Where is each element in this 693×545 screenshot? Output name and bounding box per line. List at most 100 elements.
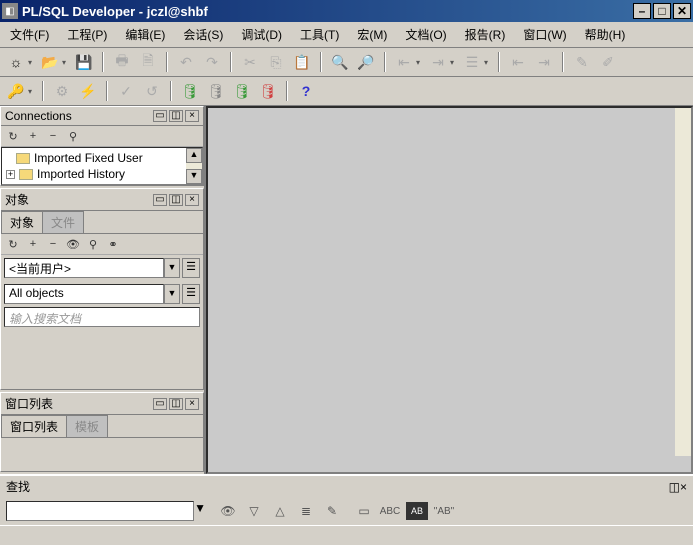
find-next-icon[interactable]: 🔎 [354, 51, 378, 73]
undo-icon[interactable]: ↶ [174, 51, 198, 73]
pane-close-icon[interactable]: × [185, 194, 199, 206]
pane-pin-icon[interactable]: ◫ [169, 110, 183, 122]
print-icon[interactable]: 🖶 [110, 51, 134, 73]
cut-icon[interactable]: ✂ [238, 51, 262, 73]
find-icon[interactable]: 👁 [218, 502, 238, 520]
new-icon[interactable]: ☼ [4, 51, 28, 73]
format-icon[interactable]: ✐ [596, 51, 620, 73]
dropdown-arrow-icon[interactable]: ▼ [164, 284, 180, 304]
tree-item[interactable]: + Imported History [4, 166, 200, 182]
pane-close-icon[interactable]: × [680, 480, 687, 494]
options-icon[interactable]: ▭ [354, 502, 374, 520]
user-dropdown[interactable]: <当前用户> ▼ ☰ [4, 258, 200, 278]
objects-header[interactable]: 对象 ▭ ◫ × [1, 189, 203, 211]
add-icon[interactable]: + [25, 236, 41, 252]
replace-icon[interactable]: ✎ [322, 502, 342, 520]
db-icon-2[interactable]: 🛢 [204, 80, 228, 102]
rollback-icon[interactable]: ↺ [140, 80, 164, 102]
search-header[interactable]: 查找 ◫ × [0, 474, 693, 497]
open-icon[interactable]: 📂 [38, 51, 62, 73]
db-icon-1[interactable]: 🛢 [178, 80, 202, 102]
minimize-button[interactable]: – [633, 3, 651, 19]
search-combo[interactable]: ▼ [6, 501, 206, 521]
save-icon[interactable]: 💾 [72, 51, 96, 73]
menu-tools[interactable]: 工具(T) [296, 25, 343, 44]
tab-files[interactable]: 文件 [42, 211, 84, 233]
user-list-icon[interactable]: ☰ [182, 258, 200, 278]
pane-close-icon[interactable]: × [185, 110, 199, 122]
menu-macro[interactable]: 宏(M) [353, 25, 391, 44]
menu-file[interactable]: 文件(F) [6, 25, 53, 44]
tab-template[interactable]: 模板 [66, 415, 108, 437]
connections-header[interactable]: Connections ▭ ◫ × [1, 107, 203, 126]
filter-list-icon[interactable]: ☰ [182, 284, 200, 304]
menu-window[interactable]: 窗口(W) [519, 25, 570, 44]
filter-dropdown[interactable]: All objects ▼ ☰ [4, 284, 200, 304]
tree-item[interactable]: Imported Fixed User [4, 150, 200, 166]
menu-help[interactable]: 帮助(H) [581, 25, 630, 44]
find-all-icon[interactable]: ≣ [296, 502, 316, 520]
maximize-button[interactable]: □ [653, 3, 671, 19]
scrollbar[interactable]: ▲ ▼ [186, 148, 202, 184]
bookmark-add-dropdown[interactable]: ▾ [416, 58, 424, 67]
commit-icon[interactable]: ✓ [114, 80, 138, 102]
object-search-input[interactable]: 输入搜索文档 [4, 307, 200, 327]
expand-icon[interactable]: + [6, 170, 15, 179]
menu-session[interactable]: 会话(S) [179, 25, 227, 44]
refresh-icon[interactable]: ↻ [5, 128, 21, 144]
dropdown-arrow-icon[interactable]: ▼ [194, 501, 206, 521]
find-next-icon[interactable]: ▽ [244, 502, 264, 520]
bookmark-list-dropdown[interactable]: ▾ [484, 58, 492, 67]
tab-window-list[interactable]: 窗口列表 [1, 415, 67, 437]
outdent-icon[interactable]: ⇤ [506, 51, 530, 73]
connect-icon[interactable]: ⚲ [65, 128, 81, 144]
execute-icon[interactable]: ⚙ [50, 80, 74, 102]
find-icon[interactable]: 🔍 [328, 51, 352, 73]
pane-dock-icon[interactable]: ▭ [153, 110, 167, 122]
db-icon-3[interactable]: 🛢 [230, 80, 254, 102]
db-icon-4[interactable]: 🛢 [256, 80, 280, 102]
search-input[interactable] [6, 501, 194, 521]
scroll-up-icon[interactable]: ▲ [186, 148, 202, 163]
menu-project[interactable]: 工程(P) [63, 25, 111, 44]
indent-icon[interactable]: ⇥ [532, 51, 556, 73]
open-dropdown[interactable]: ▾ [62, 58, 70, 67]
link-icon[interactable]: ⚭ [105, 236, 121, 252]
new-dropdown[interactable]: ▾ [28, 58, 36, 67]
redo-icon[interactable]: ↷ [200, 51, 224, 73]
add-icon[interactable]: + [25, 128, 41, 144]
editor-scrollbar[interactable] [675, 108, 691, 456]
tab-objects[interactable]: 对象 [1, 211, 43, 233]
bookmark-add-icon[interactable]: ⇤ [392, 51, 416, 73]
close-button[interactable]: ✕ [673, 3, 691, 19]
bookmark-next-dropdown[interactable]: ▾ [450, 58, 458, 67]
menu-debug[interactable]: 调试(D) [237, 25, 286, 44]
search-icon[interactable]: 👁 [65, 236, 81, 252]
refresh-icon[interactable]: ↻ [5, 236, 21, 252]
key-icon[interactable]: 🔑 [4, 80, 28, 102]
scroll-down-icon[interactable]: ▼ [186, 169, 202, 184]
menu-report[interactable]: 报告(R) [461, 25, 510, 44]
menu-doc[interactable]: 文档(O) [401, 25, 450, 44]
remove-icon[interactable]: − [45, 236, 61, 252]
copy-icon[interactable]: ⎘ [264, 51, 288, 73]
find-prev-icon[interactable]: △ [270, 502, 290, 520]
paste-icon[interactable]: 📋 [290, 51, 314, 73]
print-preview-icon[interactable]: 🗎 [136, 51, 160, 73]
break-icon[interactable]: ⚡ [76, 80, 100, 102]
pane-pin-icon[interactable]: ◫ [169, 194, 183, 206]
bookmark-next-icon[interactable]: ⇥ [426, 51, 450, 73]
pane-close-icon[interactable]: × [185, 398, 199, 410]
remove-icon[interactable]: − [45, 128, 61, 144]
pane-dock-icon[interactable]: ▭ [153, 194, 167, 206]
whole-word-icon[interactable]: AB [406, 502, 428, 520]
menu-edit[interactable]: 编辑(E) [121, 25, 169, 44]
pane-pin-icon[interactable]: ◫ [669, 480, 680, 494]
filter-icon[interactable]: ⚲ [85, 236, 101, 252]
case-icon[interactable]: ABC [380, 502, 400, 520]
dropdown-arrow-icon[interactable]: ▼ [164, 258, 180, 278]
connections-tree[interactable]: Imported Fixed User + Imported History ▲… [1, 147, 203, 185]
help-icon[interactable]: ? [294, 80, 318, 102]
pane-pin-icon[interactable]: ◫ [169, 398, 183, 410]
quoted-icon[interactable]: "AB" [434, 502, 454, 520]
